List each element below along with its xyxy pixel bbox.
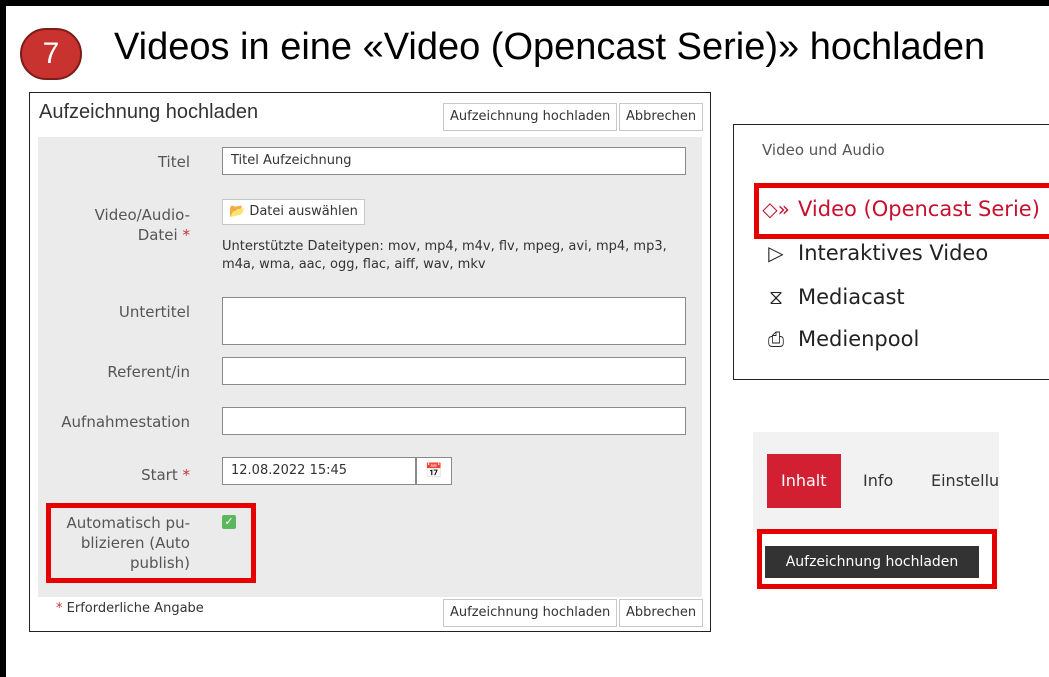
calendar-icon: 📅 <box>425 463 443 479</box>
broadcast-icon: ⧖ <box>768 285 784 309</box>
file-type-hint-2: m4a, wma, aac, ogg, flac, aiff, wav, mkv <box>222 257 486 272</box>
required-note: * Erforderliche Angabe <box>56 601 204 616</box>
calendar-button[interactable]: 📅 <box>416 457 452 485</box>
menu-item-mediacast[interactable]: ⧖ Mediacast <box>762 285 905 309</box>
required-note-text: Erforderliche Angabe <box>66 601 204 616</box>
menu-item-label: Medienpool <box>798 327 920 351</box>
untertitel-label: Untertitel <box>118 303 190 321</box>
file-select-label: Datei auswählen <box>249 204 358 219</box>
untertitel-textarea[interactable] <box>222 297 686 345</box>
highlight-box-upload-button <box>757 529 997 589</box>
upload-button-bottom[interactable]: Aufzeichnung hochladen <box>443 599 618 627</box>
file-type-hint-1: Unterstützte Dateitypen: mov, mp4, m4v, … <box>222 239 667 254</box>
highlight-box-auto-publish <box>46 503 256 583</box>
tab-info[interactable]: Info <box>863 454 893 508</box>
menu-heading: Video und Audio <box>762 141 885 159</box>
referent-input[interactable] <box>222 357 686 385</box>
titel-input[interactable]: Titel Aufzeichnung <box>222 147 686 175</box>
required-asterisk: * <box>56 601 63 616</box>
start-label-text: Start <box>141 466 178 484</box>
file-select-button[interactable]: 📂 Datei auswählen <box>222 199 365 225</box>
folder-icon: 📂 <box>229 204 246 219</box>
media-pool-icon: ⎙ <box>768 327 784 351</box>
cancel-button-bottom[interactable]: Abbrechen <box>619 599 704 627</box>
step-badge: 7 <box>20 28 82 80</box>
menu-item-label: Interaktives Video <box>798 241 989 265</box>
video-audio-menu-panel: Video und Audio ◇» Video (Opencast Serie)… <box>733 124 1049 380</box>
tab-strip: Inhalt Info Einstellu <box>753 432 999 532</box>
upload-form-panel: Aufzeichnung hochladen Aufzeichnung hoch… <box>29 92 711 632</box>
required-asterisk: * <box>182 466 191 484</box>
form-title: Aufzeichnung hochladen <box>39 101 259 123</box>
start-datetime-input[interactable]: 12.08.2022 15:45 <box>222 457 416 485</box>
required-asterisk: * <box>182 226 191 244</box>
menu-item-label: Mediacast <box>798 285 905 309</box>
form-header: Aufzeichnung hochladen Aufzeichnung hoch… <box>30 93 710 137</box>
highlight-box-opencast <box>754 183 1049 239</box>
start-label: Start * <box>38 465 190 485</box>
menu-item-medienpool[interactable]: ⎙ Medienpool <box>762 327 919 351</box>
slide-title: Videos in eine «Video (Opencast Serie)» … <box>114 26 986 68</box>
aufnahme-label: Aufnahmestation <box>61 413 190 431</box>
tab-einstellungen[interactable]: Einstellu <box>931 454 999 508</box>
cancel-button-top[interactable]: Abbrechen <box>619 103 704 131</box>
upload-button-top[interactable]: Aufzeichnung hochladen <box>443 103 618 131</box>
interactive-video-icon: ▷ <box>768 241 784 265</box>
titel-label: Titel <box>157 153 190 171</box>
aufnahme-input[interactable] <box>222 407 686 435</box>
datei-label-line-1: Video/Audio- <box>94 206 190 224</box>
referent-label: Referent/in <box>107 363 190 381</box>
menu-item-interaktives-video[interactable]: ▷ Interaktives Video <box>762 241 988 265</box>
tab-inhalt[interactable]: Inhalt <box>767 454 841 508</box>
datei-label: Video/Audio- Datei * <box>38 205 190 245</box>
datei-label-line-2: Datei <box>137 226 178 244</box>
